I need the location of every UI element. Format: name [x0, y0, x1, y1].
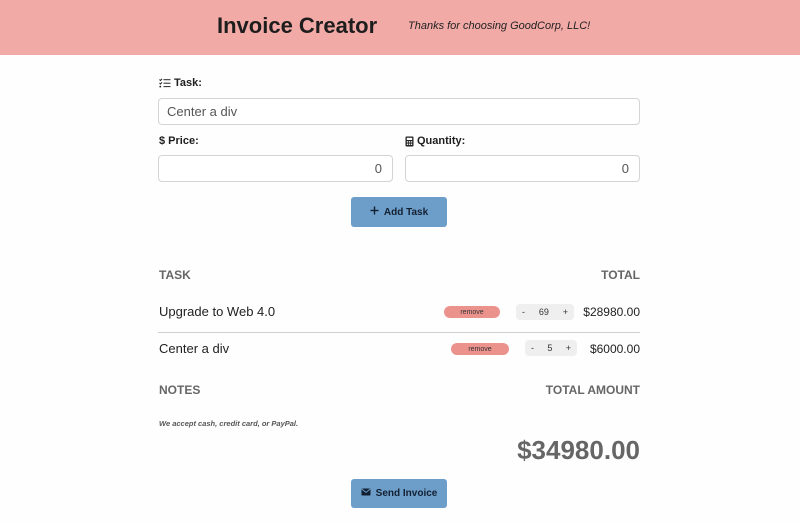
row-total: $28980.00	[583, 305, 640, 319]
quantity-stepper: - 5 +	[525, 340, 577, 356]
add-task-button[interactable]: Add Task	[351, 197, 447, 227]
row-quantity: 5	[547, 343, 553, 353]
row-task-name: Center a div	[159, 341, 230, 356]
quantity-label-text: Quantity:	[417, 135, 466, 147]
row-task-name: Upgrade to Web 4.0	[159, 304, 276, 319]
increment-button[interactable]: +	[563, 307, 568, 317]
send-invoice-button-label: Send Invoice	[375, 488, 438, 499]
grand-total: $34980.00	[517, 435, 640, 465]
row-quantity: 69	[538, 307, 549, 317]
header-bar: Invoice Creator Thanks for choosing Good…	[0, 0, 800, 55]
quantity-stepper: - 69 +	[516, 304, 574, 320]
quantity-label: Quantity:	[405, 135, 465, 147]
plus-icon	[370, 206, 379, 218]
quantity-input[interactable]: 0	[405, 155, 640, 182]
quantity-input-value: 0	[621, 161, 629, 176]
row-total: $6000.00	[589, 342, 640, 356]
total-column-header: TOTAL	[601, 268, 640, 282]
task-input-value: Center a div	[167, 104, 238, 119]
envelope-icon	[361, 488, 371, 499]
price-label: $ Price:	[159, 135, 199, 147]
task-column-header: TASK	[159, 268, 191, 282]
notes-text: We accept cash, credit card, or PayPal.	[159, 419, 299, 428]
task-label-text: Task:	[174, 77, 202, 89]
price-label-text: $ Price:	[159, 135, 199, 147]
decrement-button[interactable]: -	[522, 307, 525, 317]
calculator-icon	[405, 136, 414, 147]
notes-header: NOTES	[159, 383, 201, 397]
price-input-value: 0	[374, 161, 382, 176]
task-label: Task:	[159, 77, 202, 89]
remove-button[interactable]: remove	[444, 306, 500, 318]
price-input[interactable]: 0	[158, 155, 393, 182]
remove-button[interactable]: remove	[451, 343, 509, 355]
increment-button[interactable]: +	[566, 343, 571, 353]
add-task-button-label: Add Task	[383, 206, 429, 218]
decrement-button[interactable]: -	[531, 343, 534, 353]
total-amount-header: TOTAL AMOUNT	[545, 383, 640, 397]
row-divider	[158, 332, 640, 333]
list-check-icon	[159, 78, 171, 88]
task-input[interactable]: Center a div	[158, 98, 640, 125]
send-invoice-button[interactable]: Send Invoice	[351, 479, 447, 508]
app-title: Invoice Creator	[217, 13, 378, 38]
tagline: Thanks for choosing GoodCorp, LLC!	[408, 20, 591, 32]
